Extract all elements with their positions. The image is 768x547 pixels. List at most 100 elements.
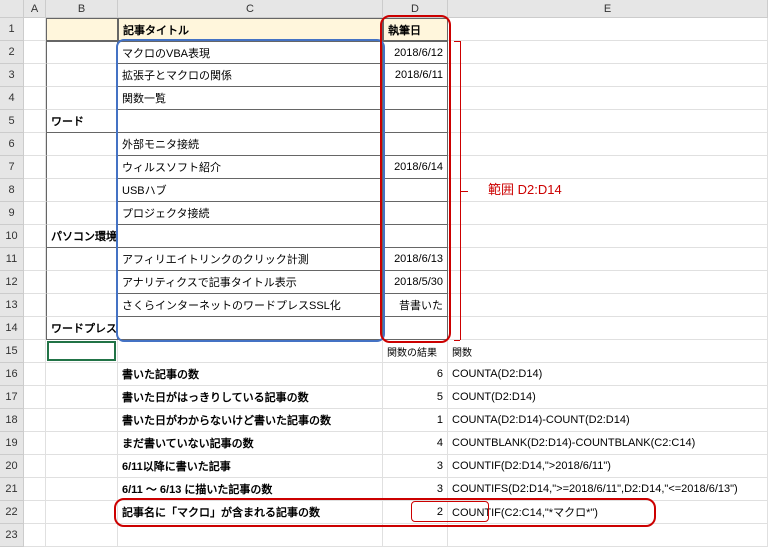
cell-B2[interactable] bbox=[46, 41, 118, 64]
cell-A3[interactable] bbox=[24, 64, 46, 87]
cell-E5[interactable] bbox=[448, 110, 768, 133]
cell-B4[interactable] bbox=[46, 87, 118, 110]
summary-label-21[interactable]: 6/11 ～ 6/13 に描いた記事の数 bbox=[118, 478, 383, 501]
cell-D6[interactable] bbox=[383, 133, 448, 156]
cell-B5[interactable]: ワード bbox=[46, 110, 118, 133]
summary-formula-22[interactable]: COUNTIF(C2:C14,"*マクロ*") bbox=[448, 501, 768, 524]
cell-B14[interactable]: ワードプレス bbox=[46, 317, 118, 340]
cell-B8[interactable] bbox=[46, 179, 118, 202]
cell-A12[interactable] bbox=[24, 271, 46, 294]
cell-E4[interactable] bbox=[448, 87, 768, 110]
cell-C8[interactable]: USBハブ bbox=[118, 179, 383, 202]
cell-A2[interactable] bbox=[24, 41, 46, 64]
row-header-1[interactable]: 1 bbox=[0, 18, 24, 41]
summary-label-17[interactable]: 書いた日がはっきりしている記事の数 bbox=[118, 386, 383, 409]
row-header-6[interactable]: 6 bbox=[0, 133, 24, 156]
row-header-14[interactable]: 14 bbox=[0, 317, 24, 340]
row-header-19[interactable]: 19 bbox=[0, 432, 24, 455]
row-header-5[interactable]: 5 bbox=[0, 110, 24, 133]
cell-C11[interactable]: アフィリエイトリンクのクリック計測 bbox=[118, 248, 383, 271]
cell-A6[interactable] bbox=[24, 133, 46, 156]
cell-E9[interactable] bbox=[448, 202, 768, 225]
cell-A10[interactable] bbox=[24, 225, 46, 248]
summary-value-18[interactable]: 1 bbox=[383, 409, 448, 432]
cell-E10[interactable] bbox=[448, 225, 768, 248]
summary-formula-16[interactable]: COUNTA(D2:D14) bbox=[448, 363, 768, 386]
cell-C15[interactable] bbox=[118, 340, 383, 363]
cell-B18[interactable] bbox=[46, 409, 118, 432]
cell-C14[interactable] bbox=[118, 317, 383, 340]
cell-C3[interactable]: 拡張子とマクロの関係 bbox=[118, 64, 383, 87]
summary-value-20[interactable]: 3 bbox=[383, 455, 448, 478]
row-header-2[interactable]: 2 bbox=[0, 41, 24, 64]
cell-D5[interactable] bbox=[383, 110, 448, 133]
summary-formula-20[interactable]: COUNTIF(D2:D14,">2018/6/11") bbox=[448, 455, 768, 478]
row-header-21[interactable]: 21 bbox=[0, 478, 24, 501]
cell-A11[interactable] bbox=[24, 248, 46, 271]
cell-B13[interactable] bbox=[46, 294, 118, 317]
row-header-17[interactable]: 17 bbox=[0, 386, 24, 409]
summary-formula-18[interactable]: COUNTA(D2:D14)-COUNT(D2:D14) bbox=[448, 409, 768, 432]
cell-B23[interactable] bbox=[46, 524, 118, 547]
cell-C9[interactable]: プロジェクタ接続 bbox=[118, 202, 383, 225]
cell-C2[interactable]: マクロのVBA表現 bbox=[118, 41, 383, 64]
cell-A16[interactable] bbox=[24, 363, 46, 386]
row-header-7[interactable]: 7 bbox=[0, 156, 24, 179]
row-header-12[interactable]: 12 bbox=[0, 271, 24, 294]
cell-C13[interactable]: さくらインターネットのワードプレスSSL化 bbox=[118, 294, 383, 317]
cell-A22[interactable] bbox=[24, 501, 46, 524]
cell-A4[interactable] bbox=[24, 87, 46, 110]
cell-C23[interactable] bbox=[118, 524, 383, 547]
col-header-A[interactable]: A bbox=[24, 0, 46, 18]
cell-D3[interactable]: 2018/6/11 bbox=[383, 64, 448, 87]
summary-value-16[interactable]: 6 bbox=[383, 363, 448, 386]
summary-formula-19[interactable]: COUNTBLANK(D2:D14)-COUNTBLANK(C2:C14) bbox=[448, 432, 768, 455]
cell-B21[interactable] bbox=[46, 478, 118, 501]
header-D[interactable]: 執筆日 bbox=[383, 18, 448, 41]
cell-A7[interactable] bbox=[24, 156, 46, 179]
cell-B15[interactable] bbox=[46, 340, 118, 363]
cell-A21[interactable] bbox=[24, 478, 46, 501]
cell-E8[interactable] bbox=[448, 179, 768, 202]
cell-D14[interactable] bbox=[383, 317, 448, 340]
cell-D4[interactable] bbox=[383, 87, 448, 110]
cell-E23[interactable] bbox=[448, 524, 768, 547]
summary-value-21[interactable]: 3 bbox=[383, 478, 448, 501]
cell-A8[interactable] bbox=[24, 179, 46, 202]
cell-E14[interactable] bbox=[448, 317, 768, 340]
cell-B9[interactable] bbox=[46, 202, 118, 225]
cell-D10[interactable] bbox=[383, 225, 448, 248]
cell-E11[interactable] bbox=[448, 248, 768, 271]
cell-B3[interactable] bbox=[46, 64, 118, 87]
cell-B16[interactable] bbox=[46, 363, 118, 386]
row-header-15[interactable]: 15 bbox=[0, 340, 24, 363]
summary-label-16[interactable]: 書いた記事の数 bbox=[118, 363, 383, 386]
row-header-13[interactable]: 13 bbox=[0, 294, 24, 317]
cell-E2[interactable] bbox=[448, 41, 768, 64]
summary-label-20[interactable]: 6/11以降に書いた記事 bbox=[118, 455, 383, 478]
cell-B17[interactable] bbox=[46, 386, 118, 409]
summary-label-19[interactable]: まだ書いていない記事の数 bbox=[118, 432, 383, 455]
row-header-23[interactable]: 23 bbox=[0, 524, 24, 547]
header-B[interactable] bbox=[46, 18, 118, 41]
cell-D23[interactable] bbox=[383, 524, 448, 547]
cell-C5[interactable] bbox=[118, 110, 383, 133]
row-header-4[interactable]: 4 bbox=[0, 87, 24, 110]
col-header-C[interactable]: C bbox=[118, 0, 383, 18]
summary-label-22[interactable]: 記事名に「マクロ」が含まれる記事の数 bbox=[118, 501, 383, 524]
select-all[interactable] bbox=[0, 0, 24, 18]
cell-A14[interactable] bbox=[24, 317, 46, 340]
cell-B7[interactable] bbox=[46, 156, 118, 179]
cell-A17[interactable] bbox=[24, 386, 46, 409]
cell-A13[interactable] bbox=[24, 294, 46, 317]
cell-E3[interactable] bbox=[448, 64, 768, 87]
row-header-10[interactable]: 10 bbox=[0, 225, 24, 248]
cell-B6[interactable] bbox=[46, 133, 118, 156]
col-header-B[interactable]: B bbox=[46, 0, 118, 18]
row-header-8[interactable]: 8 bbox=[0, 179, 24, 202]
summary-value-17[interactable]: 5 bbox=[383, 386, 448, 409]
cell-D11[interactable]: 2018/6/13 bbox=[383, 248, 448, 271]
cell-D7[interactable]: 2018/6/14 bbox=[383, 156, 448, 179]
cell-B11[interactable] bbox=[46, 248, 118, 271]
cell-C10[interactable] bbox=[118, 225, 383, 248]
